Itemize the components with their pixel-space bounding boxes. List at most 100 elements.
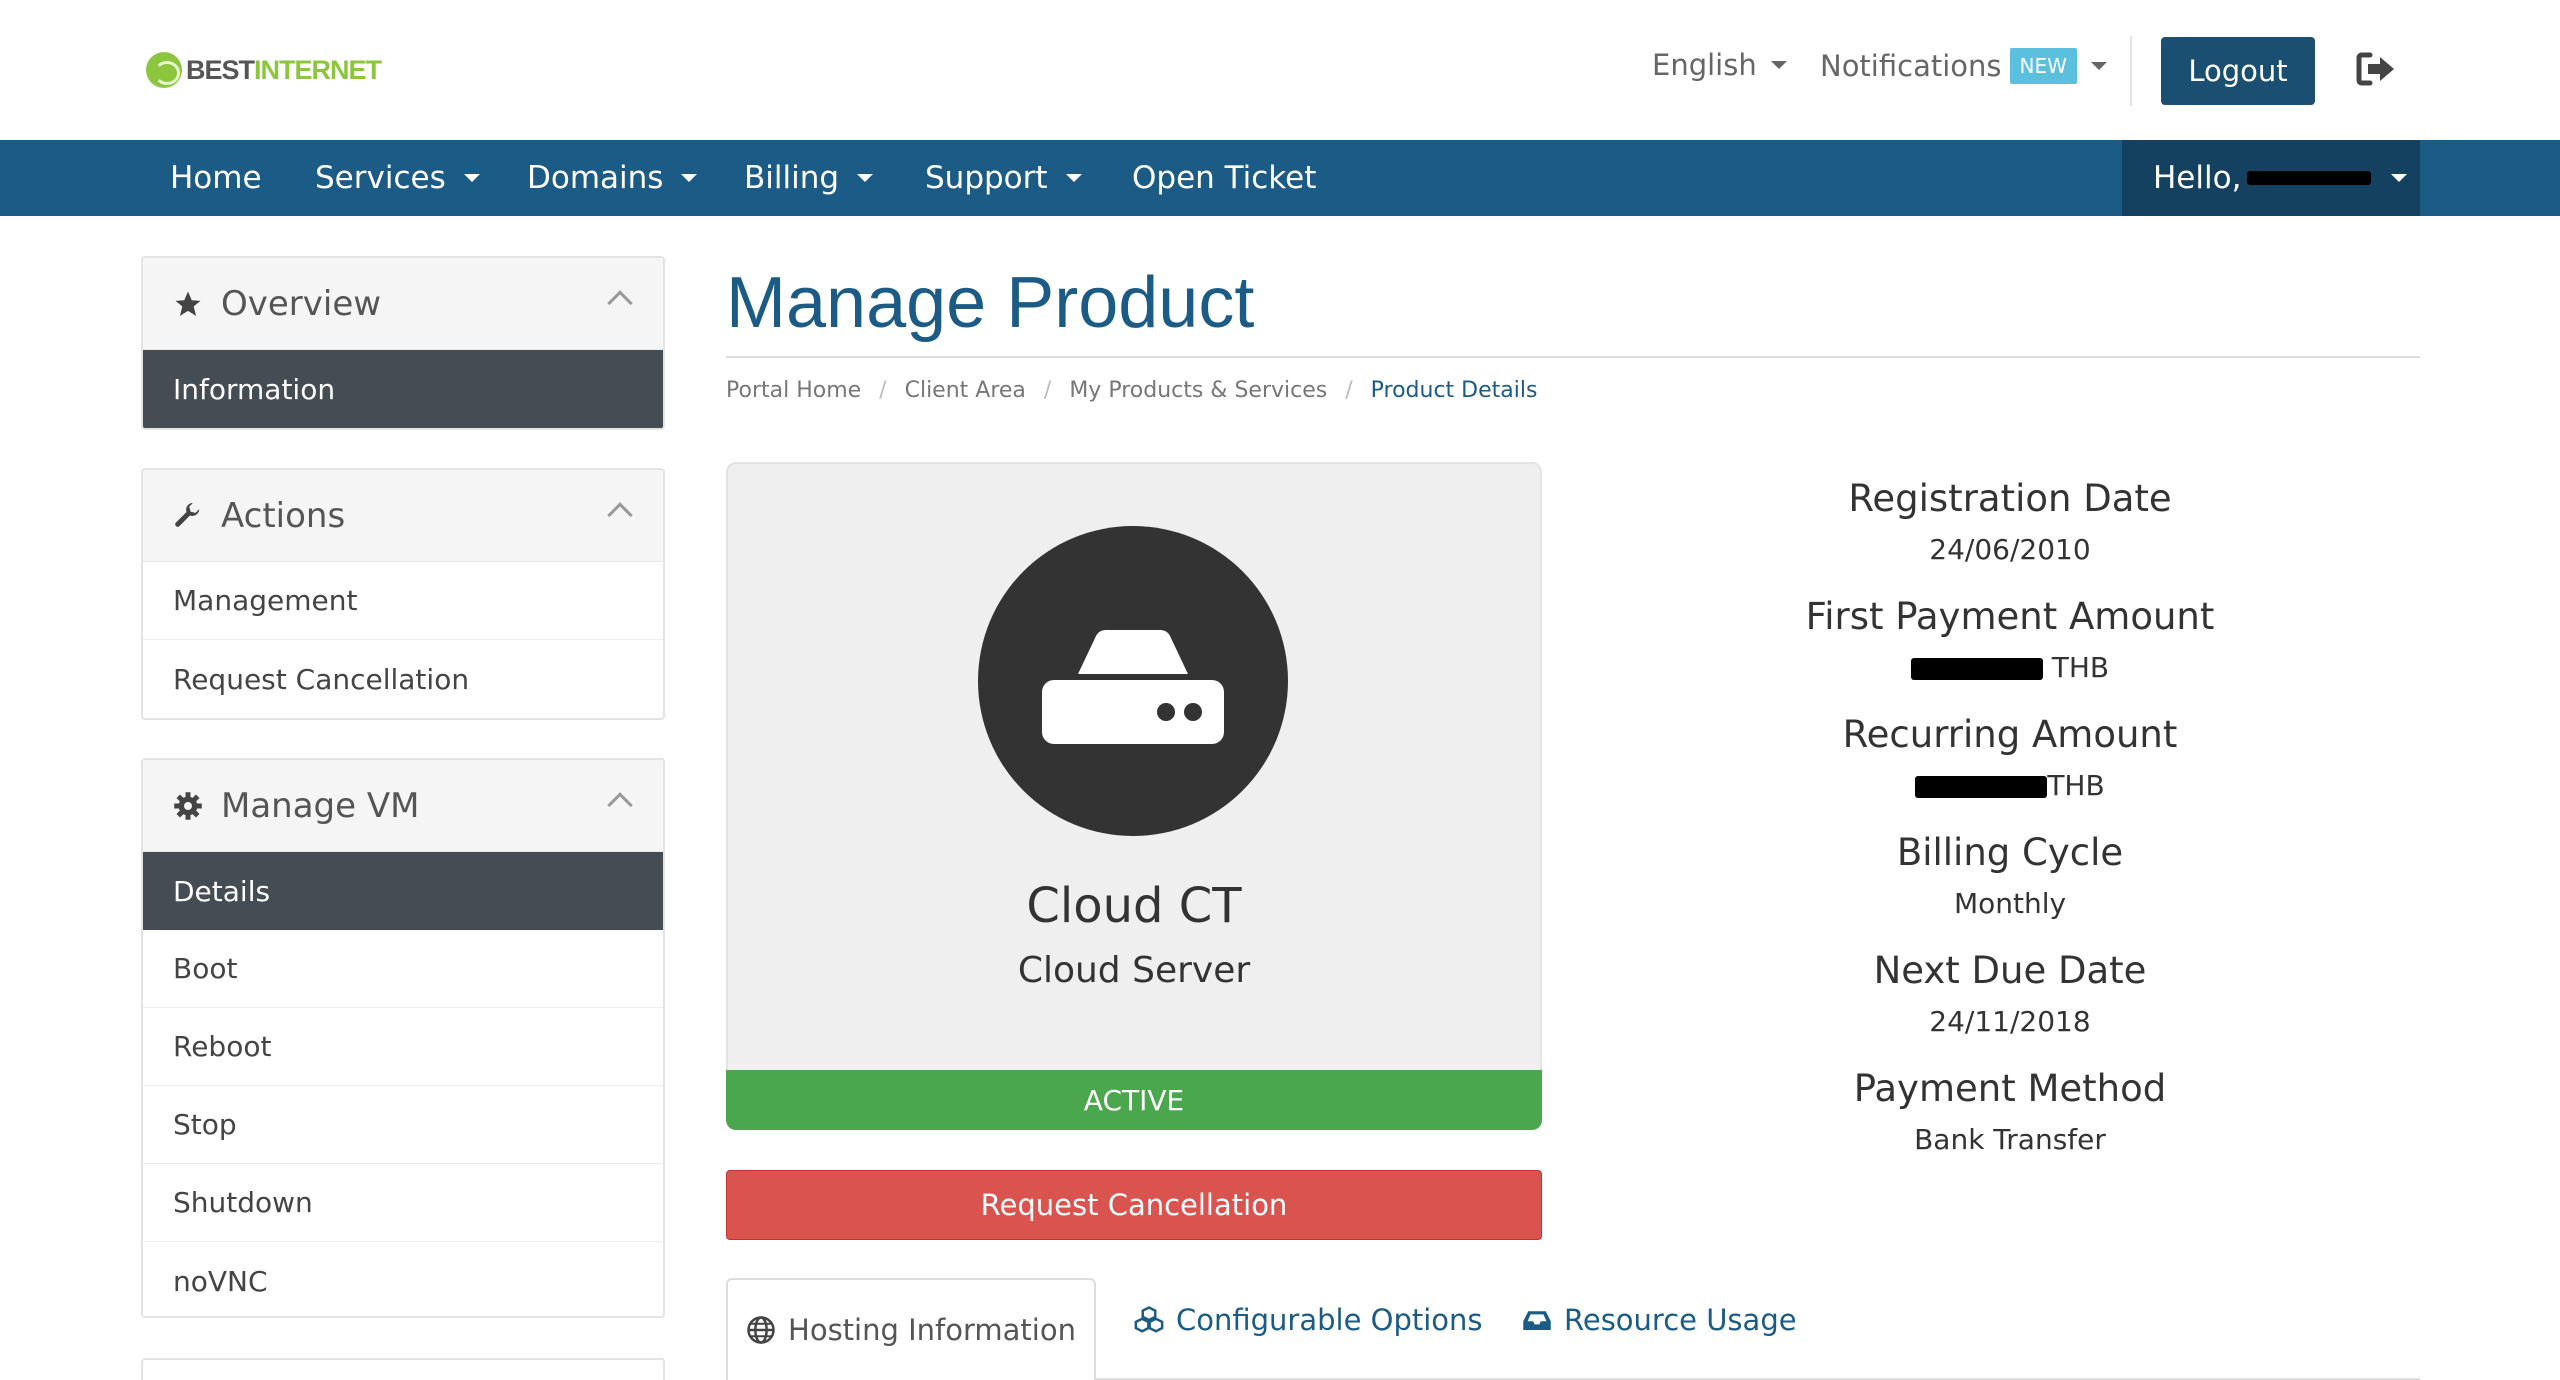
product-tabs: Hosting Information Configurable Options… <box>726 1278 2420 1380</box>
nav-home[interactable]: Home <box>170 140 262 216</box>
sidebar-item-information[interactable]: Information <box>143 350 663 428</box>
sidebar-item-details[interactable]: Details <box>143 852 663 930</box>
tab-hosting-information[interactable]: Hosting Information <box>726 1278 1096 1380</box>
product-group-name: Cloud Server <box>1017 950 1251 991</box>
sidebar-overview-header[interactable]: Overview <box>143 258 663 350</box>
first-payment-value: THB <box>1710 646 2310 706</box>
sidebar-actions-panel: Actions Management Request Cancellation <box>141 468 665 720</box>
recurring-amount-currency: THB <box>2047 769 2105 802</box>
top-header: BESTINTERNET English Notifications NEW L… <box>0 0 2560 140</box>
breadcrumb-my-products[interactable]: My Products & Services <box>1069 378 1327 403</box>
globe-icon <box>747 1316 775 1344</box>
product-icon-circle <box>978 526 1288 836</box>
payment-method-value: Bank Transfer <box>1914 1123 2106 1156</box>
hello-label: Hello, <box>2153 160 2242 196</box>
sidebar-item-stop[interactable]: Stop <box>143 1086 663 1164</box>
nav-support-label: Support <box>925 160 1048 196</box>
nav-services-label: Services <box>315 160 446 196</box>
chevron-down-icon <box>1770 61 1787 69</box>
payment-method-label: Payment Method <box>1853 1067 2167 1110</box>
user-menu-dropdown[interactable]: Hello, <box>2122 140 2420 216</box>
billing-cycle-label: Billing Cycle <box>1896 831 2124 874</box>
tab-configurable-options-label: Configurable Options <box>1176 1303 1483 1337</box>
sidebar-actions-title: Actions <box>221 495 346 536</box>
sidebar-manage-vm-panel: Manage VM Details Boot Reboot Stop Shutd… <box>141 758 665 1318</box>
notifications-dropdown[interactable]: Notifications NEW <box>1820 48 2107 84</box>
breadcrumb-product-details: Product Details <box>1370 378 1538 403</box>
page-title: Manage Product <box>726 263 1255 343</box>
notifications-new-badge: NEW <box>2009 48 2077 84</box>
billing-cycle-value: Monthly <box>1953 887 2067 920</box>
notifications-label: Notifications <box>1820 49 2002 83</box>
breadcrumb-separator: / <box>879 378 887 403</box>
title-divider <box>726 356 2420 358</box>
product-info-column: Registration Date 24/06/2010 First Payme… <box>1710 470 2310 1178</box>
sidebar-item-management[interactable]: Management <box>143 562 663 640</box>
breadcrumb-separator: / <box>1043 378 1052 403</box>
tab-resource-usage-label: Resource Usage <box>1564 1303 1797 1337</box>
nav-support[interactable]: Support <box>925 140 1082 216</box>
product-name: Cloud CT <box>1026 878 1242 934</box>
chevron-up-icon[interactable] <box>607 502 633 528</box>
chevron-down-icon <box>2090 62 2107 70</box>
nav-domains[interactable]: Domains <box>527 140 698 216</box>
sidebar-next-panel <box>141 1358 665 1380</box>
next-due-date-label: Next Due Date <box>1873 949 2147 992</box>
inbox-icon <box>1523 1311 1551 1330</box>
sidebar-manage-vm-header[interactable]: Manage VM <box>143 760 663 852</box>
tab-configurable-options[interactable]: Configurable Options <box>1134 1278 1483 1362</box>
star-icon <box>175 291 201 316</box>
redacted-amount <box>1910 658 2043 680</box>
first-payment-label: First Payment Amount <box>1805 595 2215 638</box>
chevron-up-icon[interactable] <box>607 290 633 316</box>
product-status-badge: ACTIVE <box>726 1070 1542 1130</box>
nav-open-ticket[interactable]: Open Ticket <box>1132 140 1316 216</box>
sidebar-overview-panel: Overview Information <box>141 256 665 430</box>
sidebar-item-novnc[interactable]: noVNC <box>143 1242 663 1316</box>
brand-logo[interactable]: BESTINTERNET <box>146 50 382 90</box>
sidebar-item-boot[interactable]: Boot <box>143 930 663 1008</box>
chevron-down-icon <box>2391 174 2408 182</box>
gear-icon <box>174 791 202 820</box>
sidebar-manage-vm-title: Manage VM <box>221 785 420 826</box>
next-due-date-value: 24/11/2018 <box>1929 1005 2091 1038</box>
redacted-username <box>2247 171 2372 185</box>
nav-services[interactable]: Services <box>315 140 480 216</box>
registration-date-label: Registration Date <box>1848 477 2172 520</box>
nav-open-ticket-label: Open Ticket <box>1132 160 1317 196</box>
nav-domains-label: Domains <box>527 160 664 196</box>
tab-hosting-information-label: Hosting Information <box>788 1313 1076 1347</box>
product-card: Cloud CT Cloud Server <box>726 462 1542 1072</box>
logo-text: BESTINTERNET <box>186 54 382 85</box>
chevron-down-icon <box>681 174 698 182</box>
language-label: English <box>1652 48 1757 82</box>
chevron-down-icon <box>463 174 480 182</box>
registration-date-value: 24/06/2010 <box>1929 533 2091 566</box>
nav-billing-label: Billing <box>744 160 840 196</box>
sign-out-icon[interactable] <box>2356 52 2396 86</box>
chevron-down-icon <box>857 174 874 182</box>
chevron-up-icon[interactable] <box>607 792 633 818</box>
tab-resource-usage[interactable]: Resource Usage <box>1522 1278 1797 1362</box>
breadcrumb-separator: / <box>1345 378 1353 403</box>
sidebar-actions-header[interactable]: Actions <box>143 470 663 562</box>
hdd-icon <box>1042 630 1224 744</box>
sidebar-item-reboot[interactable]: Reboot <box>143 1008 663 1086</box>
nav-billing[interactable]: Billing <box>744 140 874 216</box>
logout-button[interactable]: Logout <box>2161 37 2315 105</box>
breadcrumb-portal-home[interactable]: Portal Home <box>726 378 861 403</box>
sidebar-overview-title: Overview <box>221 283 382 324</box>
recurring-amount-label: Recurring Amount <box>1842 713 2178 756</box>
logo-globe-icon <box>146 52 182 88</box>
redacted-amount <box>1915 776 2048 798</box>
breadcrumb: Portal Home / Client Area / My Products … <box>726 378 1537 403</box>
sidebar-item-request-cancellation[interactable]: Request Cancellation <box>143 640 663 718</box>
breadcrumb-client-area[interactable]: Client Area <box>905 378 1026 403</box>
request-cancellation-button[interactable]: Request Cancellation <box>726 1170 1542 1240</box>
sidebar-item-shutdown[interactable]: Shutdown <box>143 1164 663 1242</box>
header-divider <box>2130 36 2132 106</box>
nav-home-label: Home <box>170 160 262 196</box>
language-dropdown[interactable]: English <box>1652 48 1787 82</box>
cubes-icon <box>1134 1306 1164 1333</box>
wrench-icon <box>175 502 200 527</box>
